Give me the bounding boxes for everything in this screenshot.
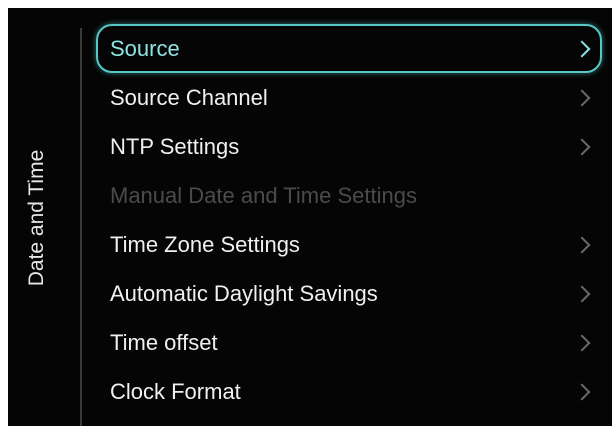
menu-item-label: Automatic Daylight Savings — [110, 280, 378, 306]
menu-item-clock-format[interactable]: Clock Format — [96, 367, 602, 416]
menu-item-ntp-settings[interactable]: NTP Settings — [96, 122, 602, 171]
chevron-right-icon — [573, 40, 591, 57]
menu-item-label: Source — [110, 35, 180, 61]
chevron-right-icon — [573, 285, 591, 302]
menu-item-time-zone-settings[interactable]: Time Zone Settings — [96, 220, 602, 269]
settings-menu: Source Source Channel NTP Settings Manua… — [96, 24, 602, 416]
chevron-right-icon — [573, 138, 591, 155]
menu-item-automatic-daylight-savings[interactable]: Automatic Daylight Savings — [96, 269, 602, 318]
divider — [80, 28, 82, 426]
menu-item-label: NTP Settings — [110, 133, 240, 159]
menu-item-label: Time offset — [110, 329, 218, 355]
chevron-right-icon — [573, 236, 591, 253]
chevron-right-icon — [573, 89, 591, 106]
panel-title: Date and Time — [25, 149, 48, 287]
menu-item-label: Source Channel — [110, 84, 268, 110]
chevron-right-icon — [573, 334, 591, 351]
menu-item-label: Time Zone Settings — [110, 231, 300, 257]
menu-item-manual-date-time: Manual Date and Time Settings — [96, 171, 602, 220]
menu-item-label: Clock Format — [110, 378, 241, 404]
menu-item-source[interactable]: Source — [96, 24, 602, 73]
menu-item-label: Manual Date and Time Settings — [110, 182, 417, 208]
menu-item-source-channel[interactable]: Source Channel — [96, 73, 602, 122]
chevron-right-icon — [573, 383, 591, 400]
menu-item-time-offset[interactable]: Time offset — [96, 318, 602, 367]
date-time-panel: Date and Time Source Source Channel NTP … — [8, 8, 612, 426]
